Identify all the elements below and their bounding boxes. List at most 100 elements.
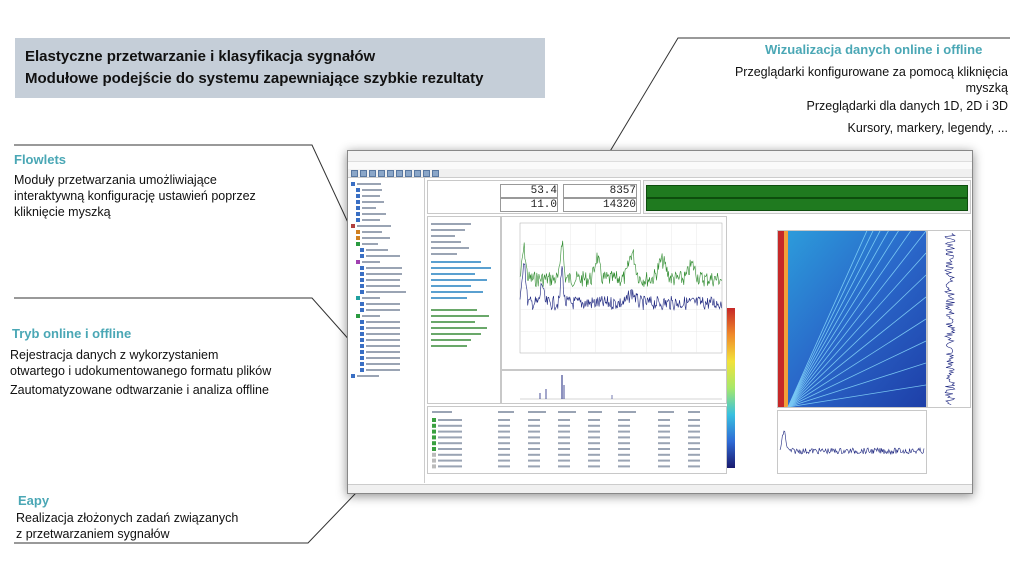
table-cell bbox=[658, 459, 670, 462]
connector-online-offline bbox=[14, 297, 361, 353]
table-cell bbox=[438, 453, 462, 456]
table-row-marker bbox=[432, 423, 436, 428]
easy-heading: Eapy bbox=[18, 493, 50, 508]
table-cell bbox=[498, 453, 510, 456]
table-cell bbox=[528, 448, 540, 450]
table-cell bbox=[498, 459, 510, 462]
table-cell bbox=[498, 442, 510, 445]
toolbar-button bbox=[369, 170, 376, 177]
table-cell bbox=[438, 448, 462, 450]
app-menubar bbox=[348, 162, 972, 169]
meter-value-3: 8357 bbox=[563, 184, 637, 198]
table-row-marker bbox=[432, 458, 436, 463]
table-cell bbox=[618, 465, 630, 468]
tree-items bbox=[351, 182, 406, 378]
table-cell bbox=[658, 448, 670, 450]
table-cell bbox=[558, 442, 570, 445]
visualization-line-4: Kursory, markery, legendy, ... bbox=[847, 121, 1008, 135]
online-offline-line-3: Zautomatyzowane odtwarzanie i analiza of… bbox=[10, 383, 269, 397]
table-row-marker bbox=[432, 418, 436, 422]
table-cell bbox=[658, 442, 670, 445]
spectrogram bbox=[777, 151, 927, 408]
table-cell bbox=[498, 430, 510, 433]
table-cell bbox=[558, 465, 570, 468]
spectrum-plot bbox=[501, 216, 727, 370]
flowlets-line-1: Moduły przetwarzania umożliwiające bbox=[14, 173, 217, 187]
table-cell bbox=[688, 453, 700, 456]
table-row-marker bbox=[432, 447, 436, 451]
table-cell bbox=[588, 419, 600, 421]
toolbar-button bbox=[378, 170, 385, 177]
table-cell bbox=[438, 442, 462, 445]
table-cell bbox=[588, 453, 600, 456]
flowlets-line-2: interaktywną konfigurację ustawień poprz… bbox=[14, 189, 256, 203]
table-cell bbox=[688, 436, 700, 439]
configuration-tree bbox=[348, 178, 425, 483]
table-cell bbox=[498, 436, 510, 439]
color-scale bbox=[727, 308, 735, 468]
table-cell bbox=[498, 465, 510, 468]
online-offline-heading: Tryb online i offline bbox=[12, 326, 132, 341]
side-profile-chart bbox=[944, 232, 956, 405]
table-cell bbox=[588, 448, 600, 450]
spectrogram-chart bbox=[778, 151, 927, 408]
table-cell bbox=[558, 448, 570, 450]
app-content: 53.4 11.0 8357 14320 bbox=[425, 151, 972, 483]
bottom-profile bbox=[777, 410, 927, 474]
table-cell bbox=[688, 442, 700, 445]
toolbar-button bbox=[414, 170, 421, 177]
table-cell bbox=[498, 419, 510, 421]
toolbar-button bbox=[387, 170, 394, 177]
table-cell bbox=[528, 430, 540, 433]
table-cell bbox=[528, 436, 540, 439]
table-cell bbox=[618, 419, 630, 421]
table-cell bbox=[438, 419, 462, 421]
table-row-marker bbox=[432, 429, 436, 434]
table-cell bbox=[528, 424, 540, 427]
table-cell bbox=[588, 436, 600, 439]
toolbar-button bbox=[396, 170, 403, 177]
visualization-heading: Wizualizacja danych online i offline bbox=[765, 42, 983, 57]
flowlets-heading: Flowlets bbox=[14, 152, 67, 167]
cursor-table-rows bbox=[432, 411, 700, 469]
flowlets-line-3: kliknięcie myszką bbox=[14, 205, 111, 219]
table-cell bbox=[528, 453, 540, 456]
table-cell bbox=[688, 424, 700, 427]
app-toolbar bbox=[348, 169, 972, 178]
title-line-1: Elastyczne przetwarzanie i klasyfikacja … bbox=[25, 48, 376, 65]
table-cell bbox=[688, 419, 700, 421]
table-cell bbox=[658, 424, 670, 427]
table-cell bbox=[558, 424, 570, 427]
table-cell bbox=[438, 430, 462, 433]
table-cell bbox=[558, 459, 570, 462]
table-cell bbox=[658, 453, 670, 456]
table-cell bbox=[558, 419, 570, 421]
level-bar-2 bbox=[646, 198, 968, 211]
online-offline-line-1: Rejestracja danych z wykorzystaniem bbox=[10, 348, 219, 362]
table-row-marker bbox=[432, 452, 436, 457]
bottom-profile-chart bbox=[779, 430, 925, 455]
channel-info-panel bbox=[427, 216, 501, 404]
meter-value-4: 14320 bbox=[563, 198, 637, 212]
table-cell bbox=[438, 424, 462, 427]
app-statusbar bbox=[348, 484, 972, 493]
table-cell bbox=[618, 453, 630, 456]
table-cell bbox=[438, 465, 462, 468]
table-cell bbox=[498, 448, 510, 450]
table-cell bbox=[498, 424, 510, 427]
table-cell bbox=[588, 424, 600, 427]
table-cell bbox=[528, 459, 540, 462]
table-cell bbox=[658, 430, 670, 433]
table-cell bbox=[588, 442, 600, 445]
toolbar-button bbox=[351, 170, 358, 177]
table-cell bbox=[438, 436, 462, 439]
table-cell bbox=[688, 430, 700, 433]
visualization-line-1: Przeglądarki konfigurowane za pomocą kli… bbox=[734, 65, 1008, 79]
table-cell bbox=[528, 442, 540, 445]
cursor-table bbox=[427, 406, 727, 474]
online-offline-line-2: otwartego i udokumentowanego formatu pli… bbox=[10, 364, 272, 378]
easy-line-2: z przetwarzaniem sygnałów bbox=[16, 527, 170, 541]
table-cell bbox=[588, 430, 600, 433]
table-cell bbox=[558, 430, 570, 433]
table-cell bbox=[528, 465, 540, 468]
